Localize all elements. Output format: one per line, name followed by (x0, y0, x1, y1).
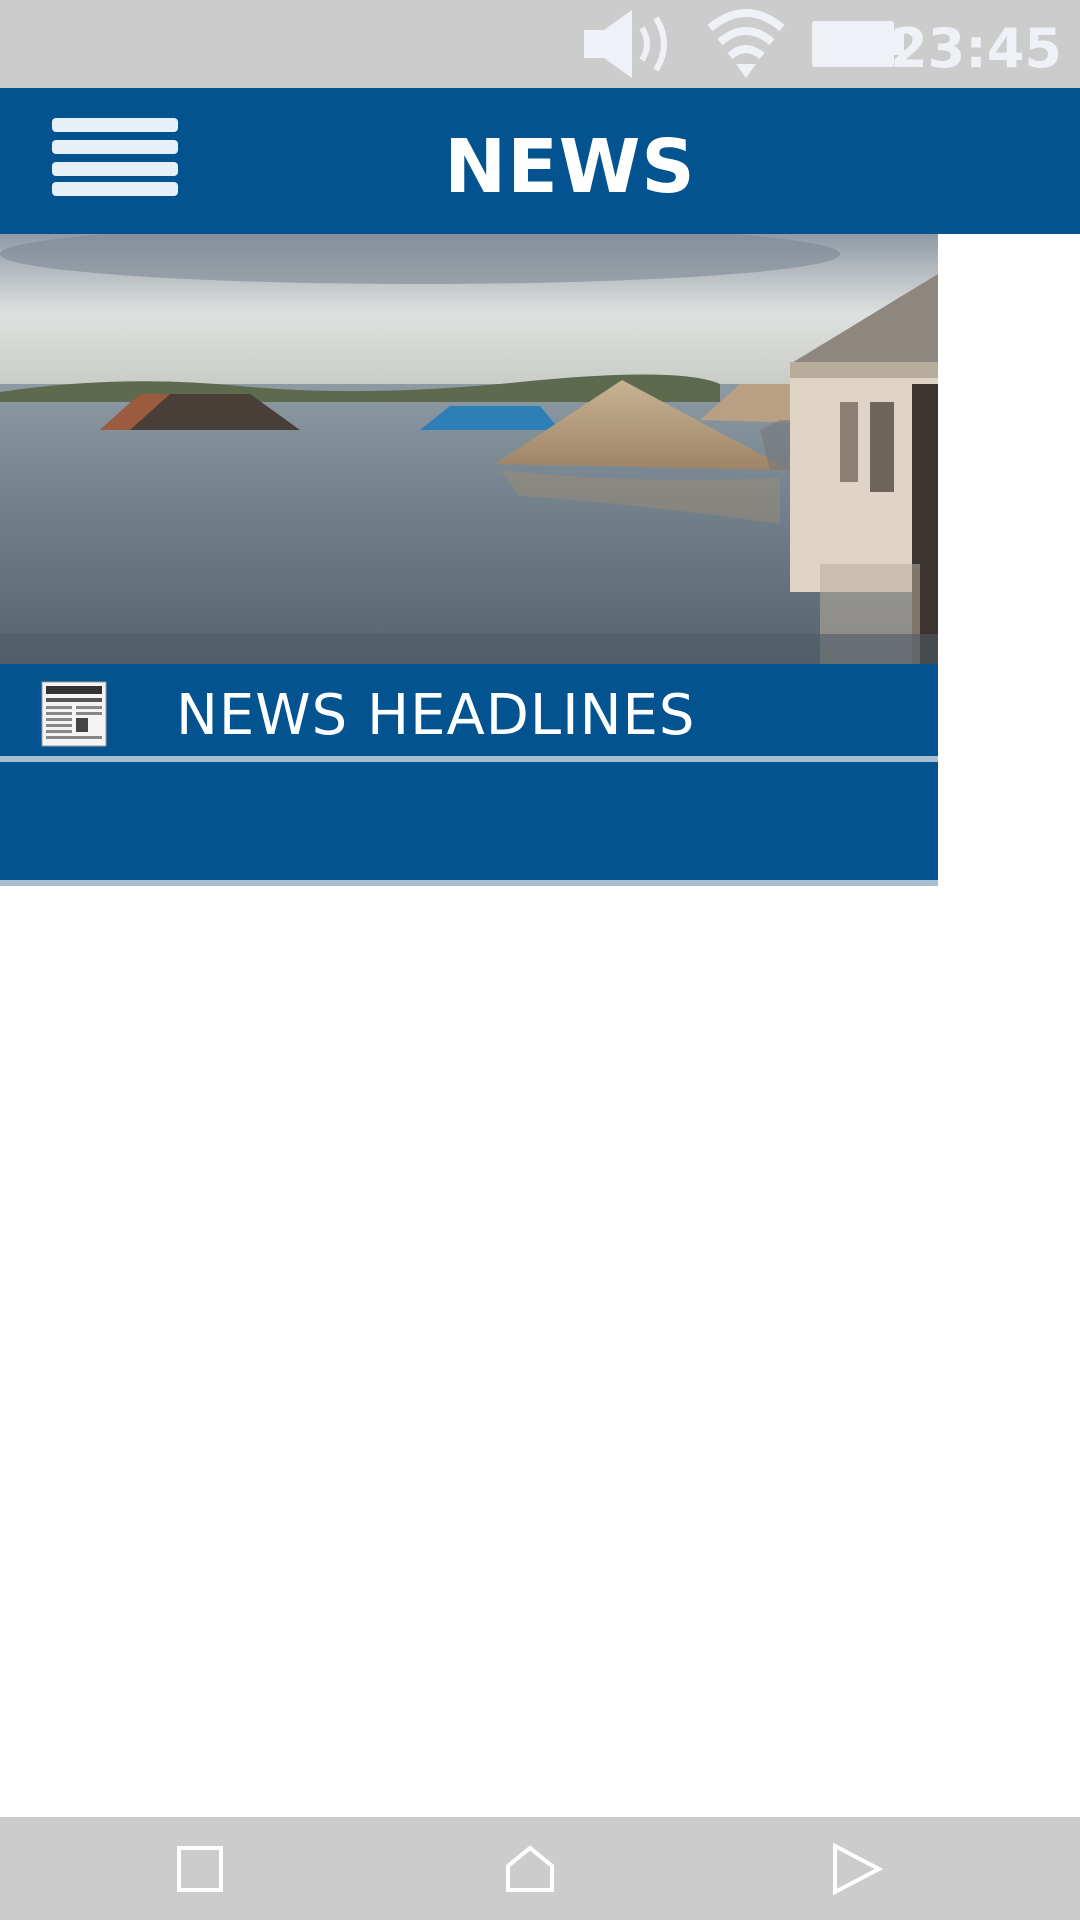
back-triangle-icon[interactable] (796, 1817, 916, 1920)
page-title: NEWS (444, 124, 696, 210)
app-bar: NEWS (0, 88, 1080, 234)
volume-icon (580, 0, 676, 88)
system-nav-bar (0, 1817, 1080, 1920)
hero-image (0, 234, 938, 664)
status-bar: 23:45 (0, 0, 1080, 88)
hamburger-menu-icon[interactable] (50, 118, 180, 204)
menu-item-label: NEWS HEADLINES (176, 683, 696, 748)
status-time: 23:45 (890, 17, 1062, 80)
newspaper-icon (40, 680, 110, 748)
home-icon[interactable] (470, 1817, 590, 1920)
recents-square-icon[interactable] (140, 1817, 260, 1920)
empty-menu-row (0, 762, 938, 886)
wifi-icon (706, 0, 786, 88)
menu-item-news-headlines[interactable]: NEWS HEADLINES (0, 664, 938, 762)
